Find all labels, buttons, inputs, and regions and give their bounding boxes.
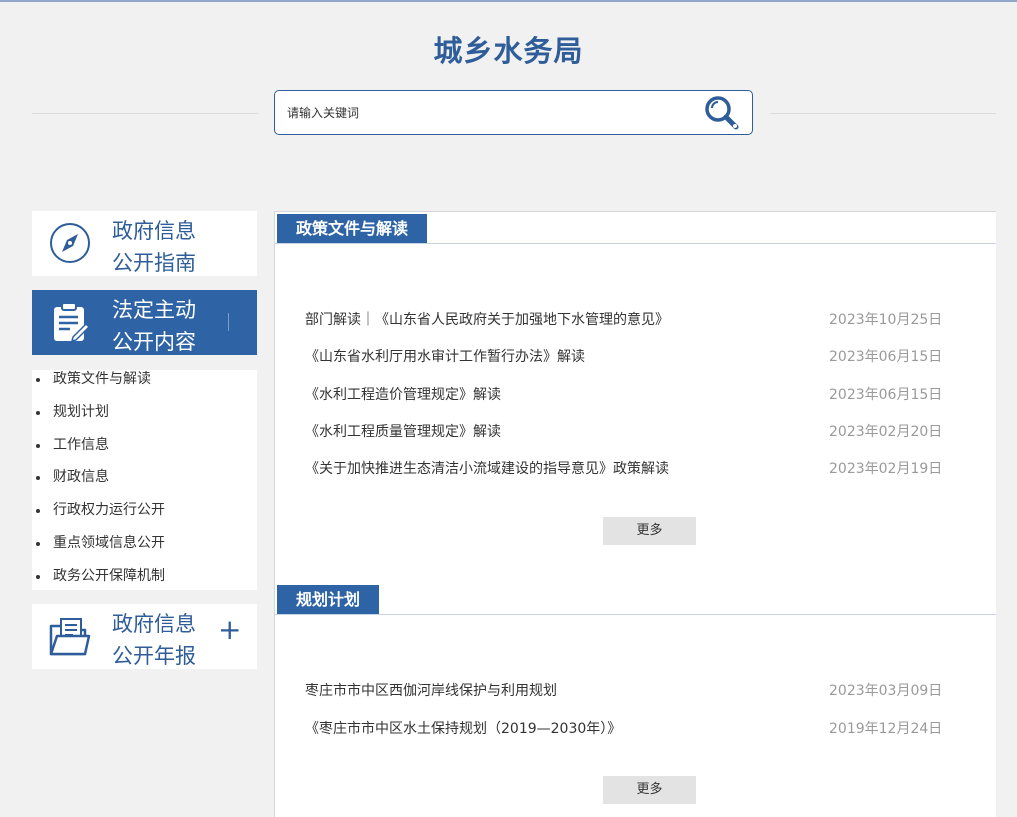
list-item-title: 枣庄市市中区西伽河岸线保护与利用规划 bbox=[305, 683, 557, 699]
list-item[interactable]: 《水利工程质量管理规定》解读 2023年02月20日 bbox=[305, 420, 965, 444]
sidebar-card-label-line2: 公开内容 bbox=[112, 330, 196, 354]
more-button[interactable]: 更多 bbox=[603, 776, 696, 804]
sub-item-label: 行政权力运行公开 bbox=[53, 502, 165, 518]
section-header: 规划计划 bbox=[275, 583, 996, 615]
sidebar-card-guide[interactable]: 政府信息 公开指南 bbox=[32, 211, 257, 276]
list-item[interactable]: 《关于加快推进生态清洁小流域建设的指导意见》政策解读 2023年02月19日 bbox=[305, 457, 965, 481]
sidebar-card-annual-report[interactable]: 政府信息 公开年报 + bbox=[32, 604, 257, 669]
top-border bbox=[0, 0, 1017, 2]
sidebar-sub-list: 政策文件与解读 规划计划 工作信息 财政信息 行政权力运行公开 重点领域信息公开… bbox=[32, 370, 257, 590]
sidebar-card-label-line2: 公开指南 bbox=[112, 251, 196, 275]
list-item-title: 部门解读｜《山东省人民政府关于加强地下水管理的意见》 bbox=[305, 312, 669, 328]
list-item-date: 2023年10月25日 bbox=[829, 312, 943, 328]
more-button[interactable]: 更多 bbox=[603, 517, 696, 545]
list-item-date: 2023年02月19日 bbox=[829, 461, 943, 477]
list-item-title: 《水利工程造价管理规定》解读 bbox=[305, 387, 501, 403]
section-title[interactable]: 政策文件与解读 bbox=[277, 214, 428, 244]
folder-document-icon bbox=[48, 614, 92, 658]
site-title: 城乡水务局 bbox=[433, 34, 584, 68]
collapse-indicator bbox=[228, 313, 229, 331]
list-item[interactable]: 《水利工程造价管理规定》解读 2023年06月15日 bbox=[305, 383, 965, 407]
search-box bbox=[274, 90, 753, 135]
list-item-title: 《山东省水利厅用水审计工作暂行办法》解读 bbox=[305, 349, 585, 365]
sidebar-card-statutory[interactable]: 法定主动 公开内容 bbox=[32, 290, 257, 355]
list-item[interactable]: 枣庄市市中区西伽河岸线保护与利用规划 2023年03月09日 bbox=[305, 679, 965, 703]
bullet-icon bbox=[36, 542, 40, 546]
list-item-date: 2023年06月15日 bbox=[829, 349, 943, 365]
list-item[interactable]: 《枣庄市市中区水土保持规划（2019—2030年）》 2019年12月24日 bbox=[305, 717, 965, 741]
list-item-date: 2023年03月09日 bbox=[829, 683, 943, 699]
sub-item-label: 财政信息 bbox=[53, 469, 109, 485]
list-item-date: 2019年12月24日 bbox=[829, 721, 943, 737]
bullet-icon bbox=[36, 411, 40, 415]
search-input[interactable] bbox=[287, 101, 687, 125]
sub-item-label: 重点领域信息公开 bbox=[53, 535, 165, 551]
list-item-date: 2023年06月15日 bbox=[829, 387, 943, 403]
sidebar-card-label-line1: 政府信息 bbox=[112, 612, 196, 636]
list-item-title: 《关于加快推进生态清洁小流域建设的指导意见》政策解读 bbox=[305, 461, 669, 477]
list-item[interactable]: 《山东省水利厅用水审计工作暂行办法》解读 2023年06月15日 bbox=[305, 345, 965, 369]
sub-item-label: 规划计划 bbox=[53, 404, 109, 420]
bullet-icon bbox=[36, 575, 40, 579]
search-icon bbox=[705, 96, 739, 130]
sidebar-card-label-line1: 政府信息 bbox=[112, 219, 196, 243]
section-underline bbox=[275, 243, 996, 244]
section-header: 政策文件与解读 bbox=[275, 212, 996, 244]
search-button[interactable] bbox=[704, 95, 740, 131]
sidebar-card-label-line2: 公开年报 bbox=[112, 644, 196, 668]
sub-item-label: 政策文件与解读 bbox=[53, 371, 151, 387]
divider-left bbox=[32, 113, 258, 114]
expand-plus-icon[interactable]: + bbox=[218, 616, 241, 644]
list-item[interactable]: 部门解读｜《山东省人民政府关于加强地下水管理的意见》 2023年10月25日 bbox=[305, 308, 965, 332]
sub-item-label: 工作信息 bbox=[53, 437, 109, 453]
bullet-icon bbox=[36, 509, 40, 513]
sub-item-label: 政务公开保障机制 bbox=[53, 568, 165, 584]
divider-right bbox=[770, 113, 996, 114]
main-content: 政策文件与解读 部门解读｜《山东省人民政府关于加强地下水管理的意见》 2023年… bbox=[274, 211, 996, 817]
sidebar-card-label-line1: 法定主动 bbox=[112, 298, 196, 322]
bullet-icon bbox=[36, 378, 40, 382]
list-item-date: 2023年02月20日 bbox=[829, 424, 943, 440]
list-item-title: 《枣庄市市中区水土保持规划（2019—2030年）》 bbox=[305, 721, 622, 737]
compass-icon bbox=[48, 221, 92, 265]
bullet-icon bbox=[36, 476, 40, 480]
clipboard-edit-icon bbox=[48, 300, 92, 344]
list-item-title: 《水利工程质量管理规定》解读 bbox=[305, 424, 501, 440]
section-title[interactable]: 规划计划 bbox=[277, 585, 380, 615]
section-underline bbox=[275, 614, 996, 615]
bullet-icon bbox=[36, 444, 40, 448]
